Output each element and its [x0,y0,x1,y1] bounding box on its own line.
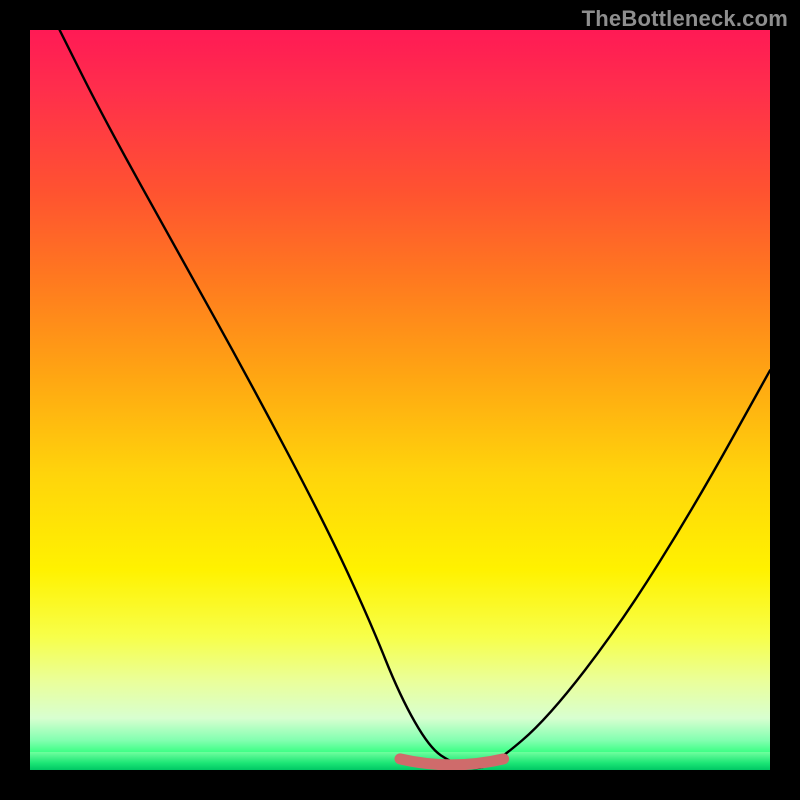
plot-area [30,30,770,770]
heat-gradient [30,30,770,770]
chart-frame: TheBottleneck.com [0,0,800,800]
optimal-strip [30,752,770,770]
watermark-text: TheBottleneck.com [582,6,788,32]
